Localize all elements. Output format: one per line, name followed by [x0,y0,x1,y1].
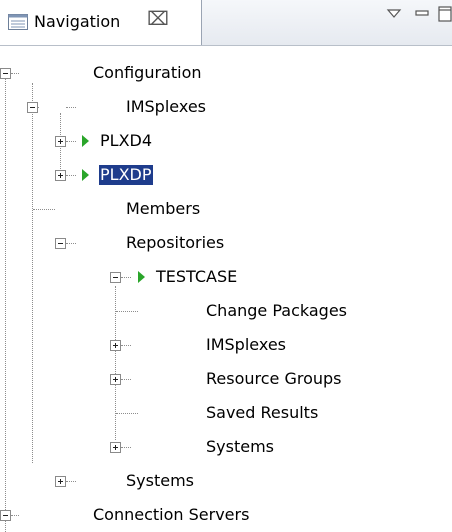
view-title: Navigation [34,12,121,31]
tree-item-testcase-systems[interactable]: Systems [205,437,275,457]
tree-item-change-packages[interactable]: Change Packages [205,301,348,321]
tree-guide-line [11,515,19,516]
tree-guide-line [66,243,76,244]
tree-item-plxdp[interactable]: PLXDP [99,165,153,185]
tree-guide-line [121,345,131,346]
tree-guide-line [66,175,76,176]
active-plex-arrow-icon [82,135,89,147]
tree-item-connection-servers[interactable]: Connection Servers [92,505,250,525]
expand-icon[interactable] [55,136,66,147]
tree-guide-line [11,73,19,74]
tree-item-members[interactable]: Members [125,199,201,219]
tree-guide-line [121,379,131,380]
tree-item-systems[interactable]: Systems [125,471,195,491]
expand-icon[interactable] [55,476,66,487]
list-view-icon [8,14,28,30]
tree-guide-line [32,83,33,463]
view-menu-icon[interactable] [386,8,402,20]
tree-guide-line [116,413,138,414]
tree-guide-line [66,481,76,482]
tree-guide-line [121,277,131,278]
tree-item-resource-groups[interactable]: Resource Groups [205,369,343,389]
expand-icon[interactable] [110,340,121,351]
active-repository-arrow-icon [138,271,145,283]
active-plex-arrow-icon [82,169,89,181]
minimize-icon[interactable] [414,6,430,20]
view-tab-bar: Navigation ⌧ [0,0,452,46]
tree-item-testcase[interactable]: TESTCASE [155,267,238,287]
expand-icon[interactable] [110,442,121,453]
collapse-icon[interactable] [0,510,11,521]
maximize-icon[interactable] [437,5,452,23]
tree-guide-line [33,209,55,210]
collapse-icon[interactable] [0,68,11,79]
tree-guide-line [116,311,138,312]
tree-item-imsplexes[interactable]: IMSplexes [125,97,207,117]
tree-guide-line [66,107,76,108]
tree-guide-line [5,79,6,532]
expand-icon[interactable] [110,374,121,385]
collapse-icon[interactable] [110,272,121,283]
tree-item-configuration[interactable]: Configuration [92,63,203,83]
tree-item-saved-results[interactable]: Saved Results [205,403,319,423]
tree-item-plxd4[interactable]: PLXD4 [99,131,153,151]
navigation-view-tab[interactable]: Navigation ⌧ [0,0,202,45]
navigation-tree: Configuration IMSplexes PLXD4 PLXDP Memb… [0,48,452,532]
tree-guide-line [115,286,116,440]
close-icon[interactable]: ⌧ [147,8,169,30]
collapse-icon[interactable] [55,238,66,249]
tree-item-repositories[interactable]: Repositories [125,233,225,253]
tree-guide-line [121,447,131,448]
tree-guide-line [66,141,76,142]
expand-icon[interactable] [55,170,66,181]
collapse-icon[interactable] [27,102,38,113]
tree-item-testcase-imsplexes[interactable]: IMSplexes [205,335,287,355]
